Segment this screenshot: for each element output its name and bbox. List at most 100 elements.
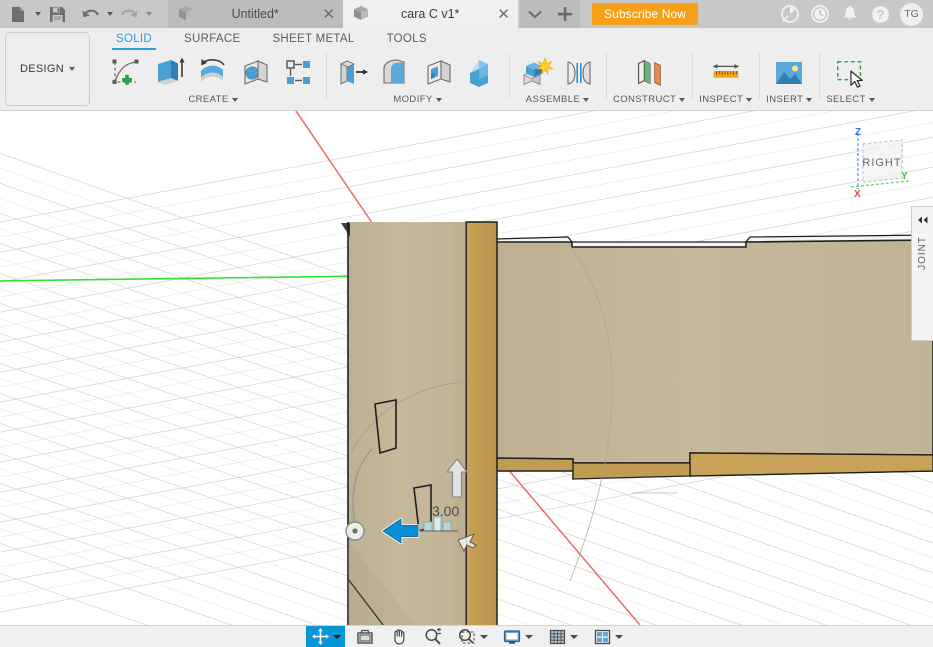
ribbon-group-construct-label[interactable]: CONSTRUCT [613,94,686,105]
shell-icon[interactable] [419,52,459,94]
application-title-bar: Untitled* ✕ cara C v1* ✕ Subscribe Now ?… [0,0,933,28]
ribbon-groups: CREATE MODIFY ASSEMBLE CONSTRUCT INSPECT… [100,50,933,110]
fit-tool[interactable] [453,626,492,647]
rectangular-pattern-icon[interactable] [279,52,319,94]
ribbon-group-inspect: INSPECT [692,50,759,110]
job-status-icon[interactable] [777,1,803,27]
cube-icon [353,5,369,24]
workspace-switcher[interactable]: DESIGN [5,32,90,106]
tab-tools[interactable]: TOOLS [371,31,443,50]
measure-ruler-icon[interactable] [709,52,743,94]
undo-caret-icon[interactable] [104,2,115,26]
ribbon-group-modify-label[interactable]: MODIFY [393,94,442,105]
group-label-text: ASSEMBLE [525,94,581,105]
monitor-icon [501,627,523,647]
view-navigation-bar [0,625,933,647]
fusion360-window: Untitled* ✕ cara C v1* ✕ Subscribe Now ?… [0,0,933,647]
save-icon[interactable] [45,2,69,26]
group-label-text: CREATE [188,94,229,105]
tab-sheet-metal[interactable]: SHEET METAL [256,31,370,50]
subscribe-now-button[interactable]: Subscribe Now [592,3,699,25]
hole-icon[interactable] [236,52,276,94]
grid-icon [546,627,568,647]
ribbon-group-select-label[interactable]: SELECT [826,94,875,105]
ribbon-group-inspect-label[interactable]: INSPECT [699,94,753,105]
group-label-text: INSERT [766,94,804,105]
chevron-down-icon [435,97,442,102]
pan-tool[interactable] [385,626,413,647]
orbit-caret-icon[interactable] [331,627,342,647]
view-cube[interactable]: Z X Y RIGHT [839,121,915,200]
create-sketch-icon[interactable] [107,52,147,94]
pan-hand-icon [388,627,410,647]
joint-origin-handle-icon [345,521,365,541]
combine-icon[interactable] [462,52,502,94]
viewports-icon [591,627,613,647]
display-settings-caret-icon[interactable] [523,627,534,647]
select-window-icon[interactable] [833,52,867,94]
group-label-text: SELECT [826,94,866,105]
chevron-down-icon [231,97,238,102]
joint-dialog-collapsed-panel[interactable]: JOINT [911,206,933,341]
ribbon-group-select: SELECT [819,50,881,110]
document-tab-label: cara C v1* [401,7,460,21]
zoom-tool[interactable] [419,626,447,647]
orbit-tool[interactable] [306,625,345,647]
cube-icon [178,5,194,24]
ribbon-group-assemble: ASSEMBLE [509,50,606,110]
workspace-label: DESIGN [20,63,64,75]
group-label-text: CONSTRUCT [613,94,677,105]
close-icon[interactable]: ✕ [491,7,510,22]
double-chevron-left-icon[interactable] [916,212,930,230]
chevron-down-icon [868,97,875,102]
board-front-face [494,239,933,464]
grid-snaps[interactable] [543,626,582,647]
ribbon-group-create-label[interactable]: CREATE [188,94,238,105]
redo-icon[interactable] [117,2,141,26]
zoom-fit-icon [456,627,478,647]
document-tab-cara-c[interactable]: cara C v1* ✕ [343,0,518,28]
new-component-icon[interactable] [516,52,556,94]
plus-icon[interactable] [550,0,580,28]
undo-icon[interactable] [78,2,102,26]
look-at-icon [354,627,376,647]
look-at-tool[interactable] [351,626,379,647]
recent-activity-clock-icon[interactable] [807,1,833,27]
ribbon-group-insert-label[interactable]: INSERT [766,94,813,105]
new-document-caret-icon[interactable] [32,2,43,26]
3d-viewport[interactable]: 3.00 Z X Y RIGHT JOINT [0,111,933,625]
new-document-icon[interactable] [6,2,30,26]
joint-dimension-value[interactable]: 3.00 [432,503,459,519]
notifications-bell-icon[interactable] [837,1,863,27]
chevron-down-icon[interactable] [520,0,550,28]
avatar[interactable]: TG [900,2,923,26]
viewport-scene [0,111,933,625]
tab-surface[interactable]: SURFACE [168,31,256,50]
fillet-icon[interactable] [376,52,416,94]
ribbon-group-create: CREATE [100,50,326,110]
press-pull-icon[interactable] [333,52,373,94]
fit-caret-icon[interactable] [478,627,489,647]
offset-plane-icon[interactable] [632,52,666,94]
chevron-down-icon [68,67,75,71]
tab-solid[interactable]: SOLID [100,31,168,50]
ribbon-group-assemble-label[interactable]: ASSEMBLE [525,94,590,105]
chevron-down-icon [583,97,590,102]
insert-image-icon[interactable] [772,52,806,94]
display-settings[interactable] [498,626,537,647]
joint-icon[interactable] [559,52,599,94]
document-tab-label: Untitled* [231,7,279,21]
viewports[interactable] [588,626,627,647]
help-question-icon[interactable]: ? [867,1,893,27]
axis-label-x: X [854,189,861,199]
redo-caret-icon[interactable] [143,2,154,26]
close-icon[interactable]: ✕ [316,7,335,22]
board-side-strip [465,221,498,625]
extrude-icon[interactable] [150,52,190,94]
grid-caret-icon[interactable] [568,627,579,647]
viewports-caret-icon[interactable] [613,627,624,647]
document-tab-untitled[interactable]: Untitled* ✕ [168,0,343,28]
orbit-icon [309,627,331,647]
view-cube-face-label: RIGHT [862,157,901,169]
revolve-icon[interactable] [193,52,233,94]
